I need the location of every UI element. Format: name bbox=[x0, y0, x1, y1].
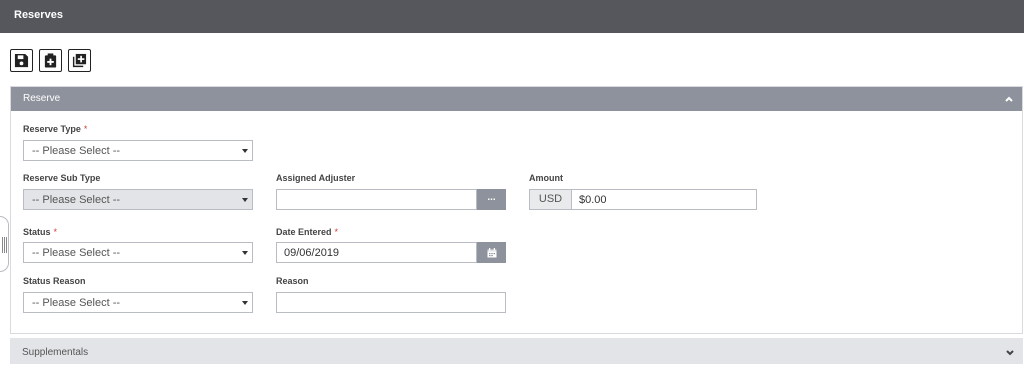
copy-add-icon bbox=[72, 53, 87, 68]
ellipsis-icon: ... bbox=[487, 191, 496, 203]
status-reason-select[interactable]: -- Please Select -- bbox=[23, 292, 253, 313]
adjuster-lookup-button[interactable]: ... bbox=[477, 189, 506, 210]
reserve-panel-title: Reserve bbox=[23, 93, 61, 104]
assigned-adjuster-input[interactable] bbox=[276, 189, 477, 210]
caret-down-icon bbox=[242, 198, 248, 202]
save-button[interactable] bbox=[10, 49, 33, 72]
add-from-clipboard-button[interactable] bbox=[39, 49, 62, 72]
reason-input[interactable] bbox=[276, 292, 506, 313]
status-select[interactable]: -- Please Select -- bbox=[23, 242, 253, 263]
reserve-type-label-text: Reserve Type bbox=[23, 124, 81, 134]
supplementals-panel-header[interactable]: Supplementals bbox=[10, 338, 1023, 364]
add-copy-button[interactable] bbox=[68, 49, 91, 72]
side-drawer-handle[interactable] bbox=[0, 216, 9, 272]
reserve-type-label: Reserve Type * bbox=[23, 124, 87, 134]
amount-label: Amount bbox=[529, 173, 563, 183]
status-label: Status * bbox=[23, 227, 57, 237]
reserve-sub-type-label: Reserve Sub Type bbox=[23, 173, 100, 183]
status-value: -- Please Select -- bbox=[32, 247, 121, 259]
caret-down-icon bbox=[242, 149, 248, 153]
assigned-adjuster-label-text: Assigned Adjuster bbox=[276, 173, 356, 183]
page-title: Reserves bbox=[14, 9, 63, 21]
grip-line bbox=[6, 237, 7, 253]
status-reason-label: Status Reason bbox=[23, 276, 86, 286]
required-marker: * bbox=[334, 227, 339, 237]
reserve-sub-type-select[interactable]: -- Please Select -- bbox=[23, 189, 253, 210]
reserve-sub-type-label-text: Reserve Sub Type bbox=[23, 173, 101, 183]
reserve-sub-type-value: -- Please Select -- bbox=[32, 194, 121, 206]
clipboard-add-icon bbox=[44, 53, 57, 68]
date-entered-label-text: Date Entered bbox=[276, 227, 332, 237]
date-entered-label: Date Entered * bbox=[276, 227, 338, 237]
chevron-down-icon[interactable] bbox=[1005, 348, 1015, 358]
status-reason-value: -- Please Select -- bbox=[32, 297, 121, 309]
required-marker: * bbox=[83, 124, 88, 134]
reason-label: Reason bbox=[276, 276, 309, 286]
top-bar: Reserves bbox=[0, 0, 1024, 33]
assigned-adjuster-label: Assigned Adjuster bbox=[276, 173, 355, 183]
reserve-panel-header[interactable]: Reserve bbox=[11, 87, 1022, 111]
grip-line bbox=[2, 237, 3, 253]
reserve-type-value: -- Please Select -- bbox=[32, 145, 121, 157]
grip-line bbox=[4, 237, 5, 253]
calendar-icon bbox=[487, 247, 496, 257]
caret-down-icon bbox=[242, 251, 248, 255]
status-reason-label-text: Status Reason bbox=[23, 276, 86, 286]
chevron-up-icon[interactable] bbox=[1004, 94, 1014, 104]
caret-down-icon bbox=[242, 301, 248, 305]
date-picker-button[interactable] bbox=[477, 242, 506, 263]
status-label-text: Status bbox=[23, 227, 51, 237]
required-marker: * bbox=[53, 227, 58, 237]
amount-label-text: Amount bbox=[529, 173, 563, 183]
supplementals-panel-title: Supplementals bbox=[22, 347, 89, 358]
date-entered-input[interactable] bbox=[276, 242, 477, 263]
amount-input[interactable] bbox=[571, 189, 757, 210]
reserve-panel: Reserve Reserve Type * -- Please Select -… bbox=[10, 86, 1023, 334]
save-icon bbox=[14, 53, 29, 68]
currency-prefix: USD bbox=[529, 189, 571, 210]
reserve-type-select[interactable]: -- Please Select -- bbox=[23, 140, 253, 161]
reason-label-text: Reason bbox=[276, 276, 309, 286]
